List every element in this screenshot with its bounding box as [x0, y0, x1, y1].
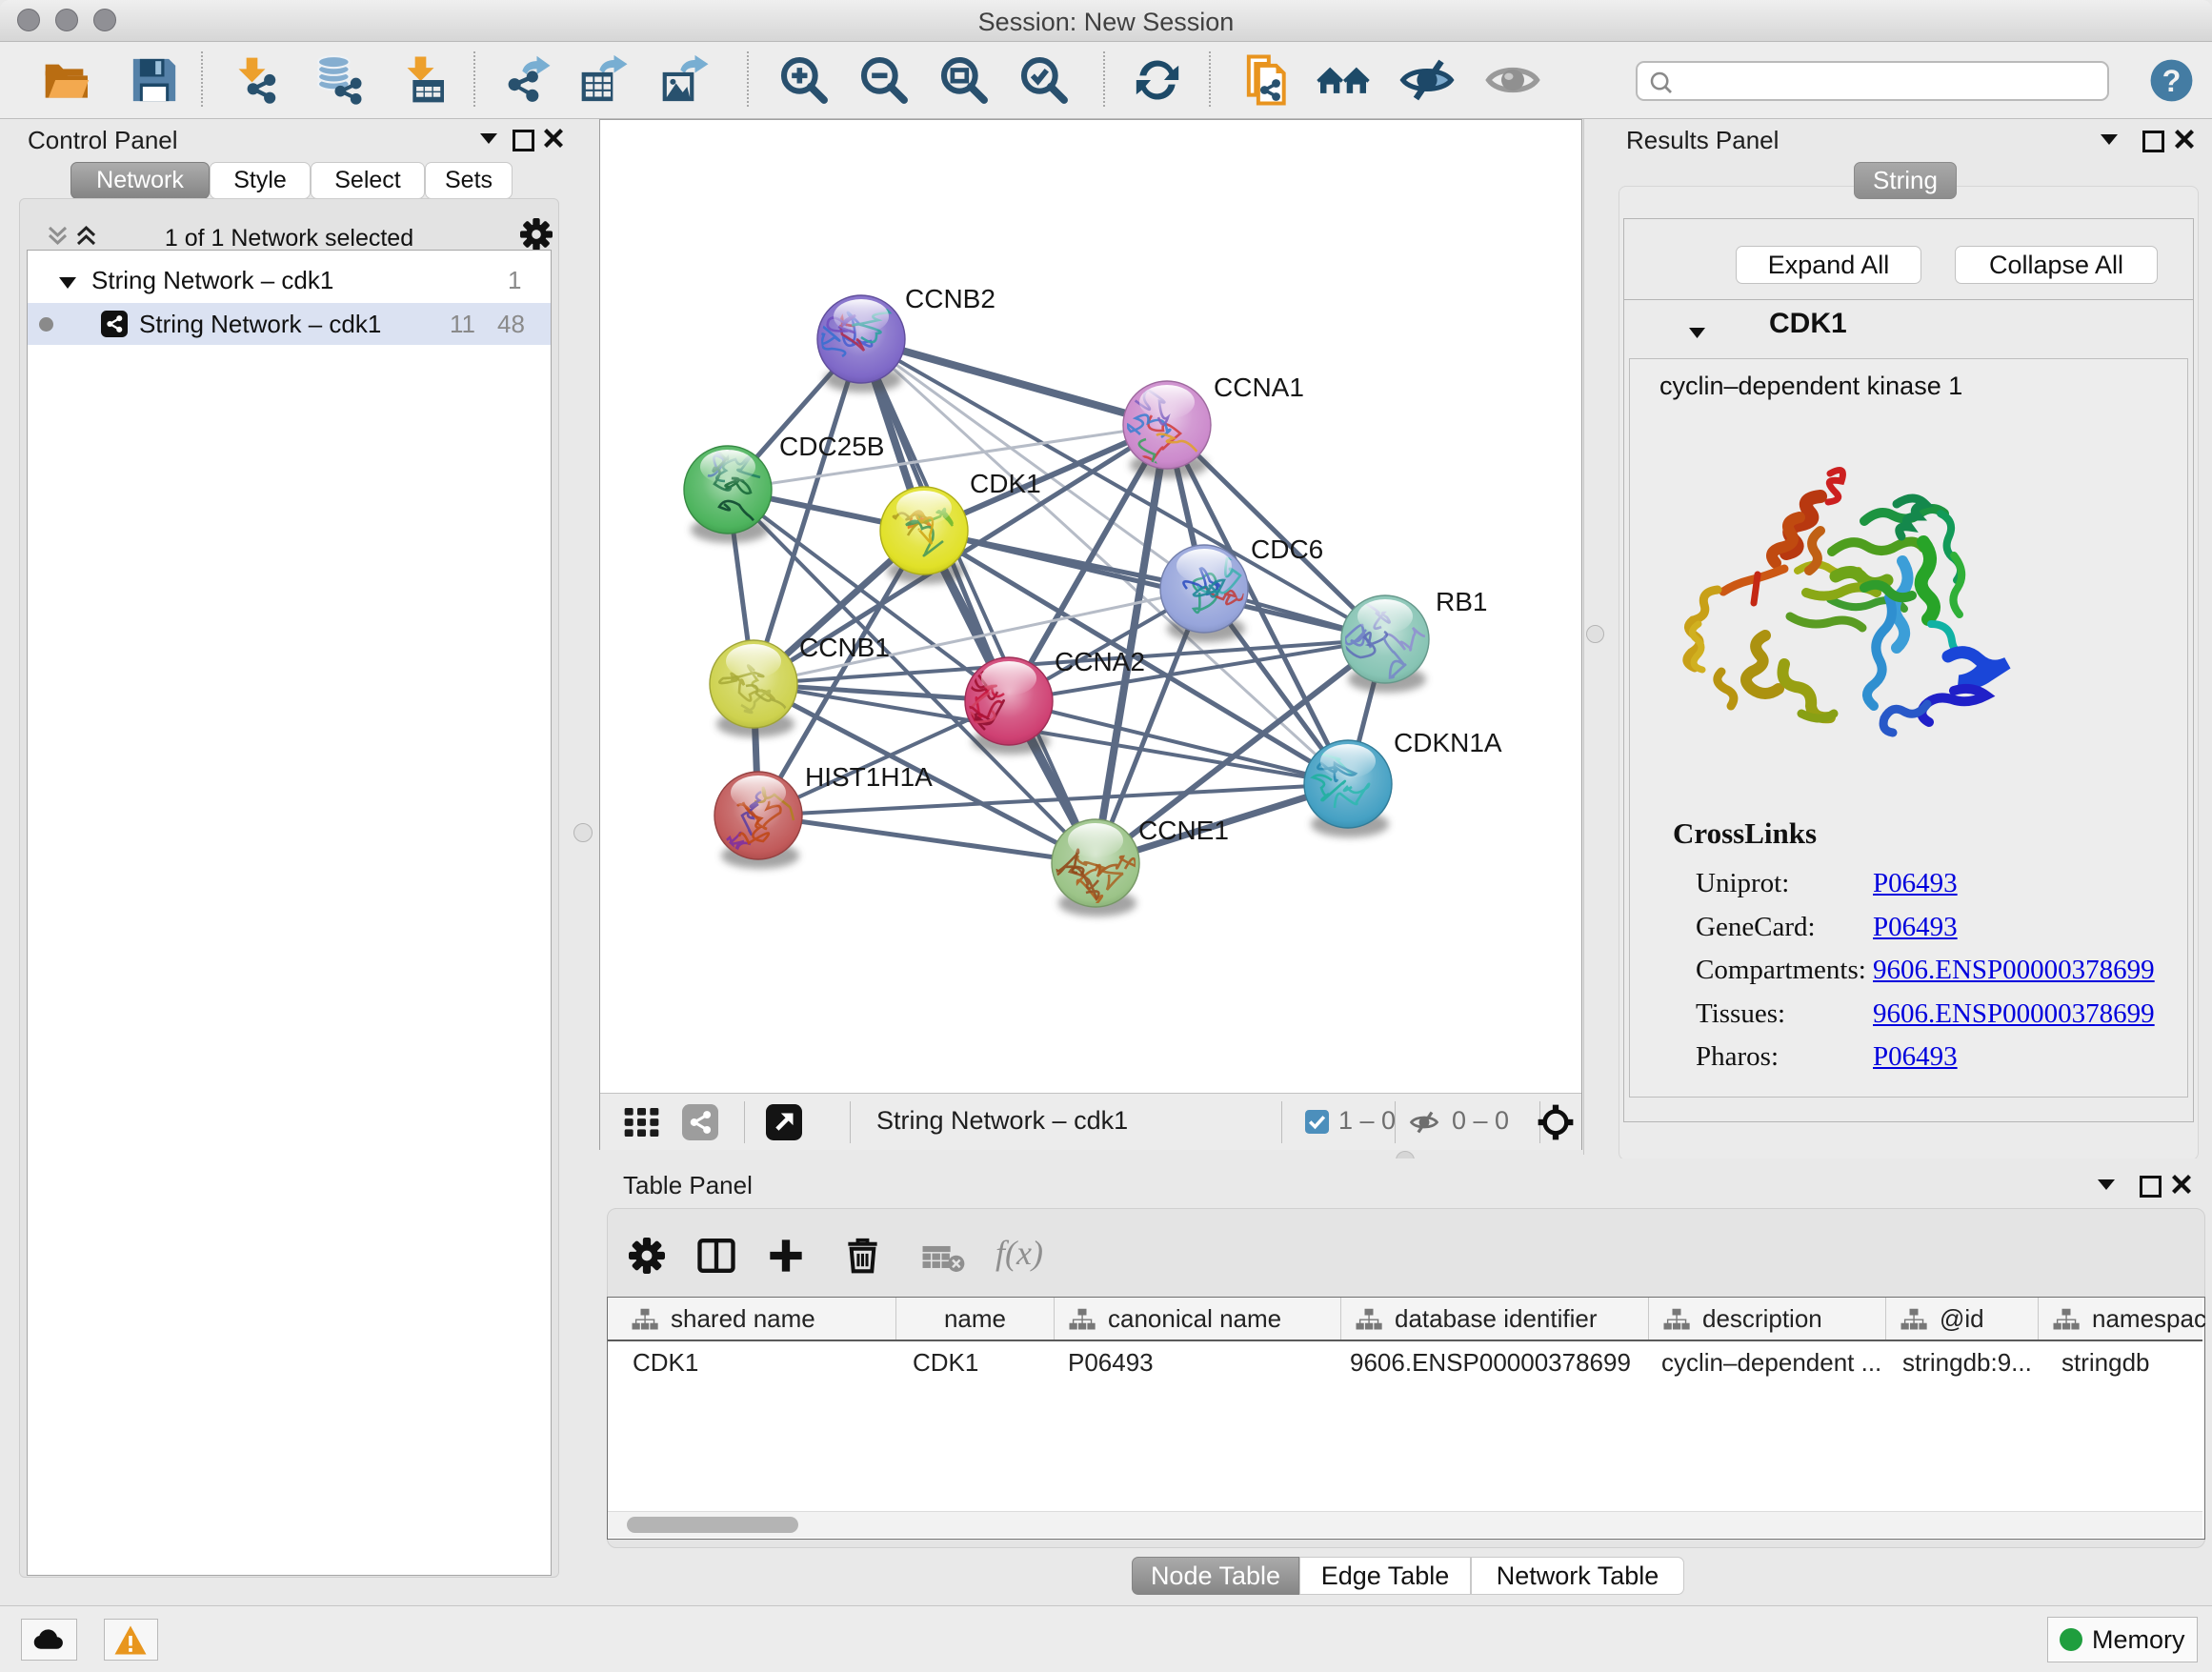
svg-text:CDC6: CDC6: [1251, 534, 1323, 564]
svg-text:CDC25B: CDC25B: [779, 432, 884, 461]
svg-text:CDKN1A: CDKN1A: [1394, 728, 1502, 757]
svg-text:?: ?: [2162, 64, 2182, 98]
svg-text:CCNE1: CCNE1: [1138, 816, 1229, 845]
svg-text:CDK1: CDK1: [970, 469, 1041, 498]
svg-text:CCNA1: CCNA1: [1214, 373, 1304, 402]
svg-text:CCNB1: CCNB1: [799, 633, 890, 662]
svg-text:HIST1H1A: HIST1H1A: [805, 762, 933, 792]
svg-text:CCNA2: CCNA2: [1055, 647, 1145, 676]
svg-text:RB1: RB1: [1436, 587, 1487, 616]
svg-text:CCNB2: CCNB2: [905, 284, 995, 313]
